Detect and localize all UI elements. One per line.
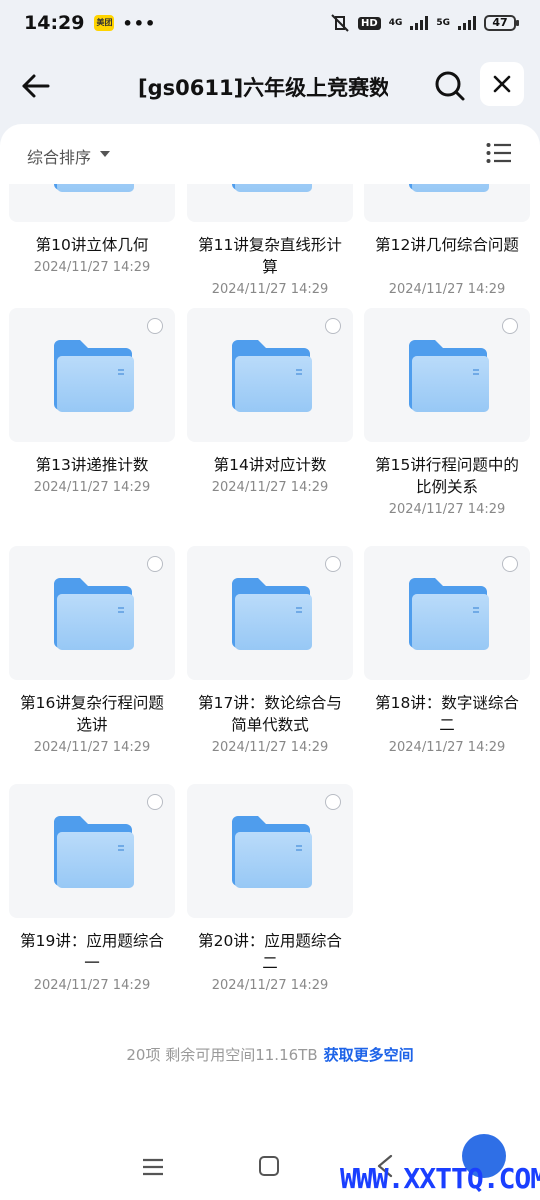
folder-item[interactable]: 第18讲：数字谜综合二 2024/11/27 14:29 [364,546,530,776]
folder-name: 第12讲几何综合问题 [375,236,519,254]
folder-icon [232,340,312,412]
network-4g-label: 4G [388,18,403,28]
folder-icon [232,816,312,888]
folder-thumbnail[interactable] [9,184,175,222]
folder-thumbnail[interactable] [187,784,353,918]
mute-vibrate-icon [331,14,349,32]
storage-summary-text: 20项 剩余可用空间11.16TB [126,1046,318,1064]
folder-thumbnail[interactable] [187,184,353,222]
storage-summary: 20项 剩余可用空间11.16TB 获取更多空间 [0,1044,540,1065]
select-checkbox[interactable] [147,556,163,572]
folder-name: 第15讲行程问题中的比例关系 [375,456,519,496]
network-5g-label: 5G [436,18,450,28]
folder-name: 第16讲复杂行程问题选讲 [20,694,164,734]
folder-icon [54,816,134,888]
select-checkbox[interactable] [502,318,518,334]
select-checkbox[interactable] [502,556,518,572]
recents-menu-icon[interactable] [142,1158,164,1176]
folder-name: 第11讲复杂直线形计算 [198,236,342,276]
folder-item[interactable]: 第17讲：数论综合与简单代数式 2024/11/27 14:29 [187,546,353,776]
folder-icon [54,340,134,412]
close-button[interactable] [480,62,524,106]
folder-icon [409,340,489,412]
select-checkbox[interactable] [147,318,163,334]
folder-date: 2024/11/27 14:29 [33,740,151,755]
folder-thumbnail[interactable] [9,308,175,442]
status-time: 14:29 [24,12,85,34]
select-checkbox[interactable] [147,794,163,810]
battery-icon: 47 [484,15,519,31]
folder-item[interactable]: 第13讲递推计数 2024/11/27 14:29 [9,308,175,538]
folder-thumbnail[interactable] [364,546,530,680]
folder-name: 第19讲：应用题综合一 [20,932,164,972]
file-list-panel: 综合排序 第10讲立体几何 2024/11/27 14:29 第11讲复杂直线形计算… [0,124,540,1200]
folder-thumbnail[interactable] [187,308,353,442]
watermark-logo: WWW.XXTTQ.COM [340,1162,540,1195]
search-icon [435,71,465,101]
folder-item[interactable]: 第16讲复杂行程问题选讲 2024/11/27 14:29 [9,546,175,776]
folder-date: 2024/11/27 14:29 [388,282,506,297]
folder-item[interactable]: 第15讲行程问题中的比例关系 2024/11/27 14:29 [364,308,530,538]
more-notifications-icon: ••• [122,13,157,33]
folder-date: 2024/11/27 14:29 [211,978,329,993]
folder-name: 第13讲递推计数 [35,456,149,474]
back-button[interactable] [18,68,54,104]
page-title: [gs0611]六年级上竞赛数... [138,76,388,100]
folder-name: 第18讲：数字谜综合二 [375,694,519,734]
signal-5g-icon [458,16,476,30]
close-icon [493,75,511,93]
header: [gs0611]六年级上竞赛数... [0,58,540,114]
folder-name: 第10讲立体几何 [35,236,149,254]
folder-name: 第14讲对应计数 [213,456,327,474]
sort-dropdown[interactable]: 综合排序 [27,144,91,168]
folder-icon [54,184,134,192]
folder-thumbnail[interactable] [364,184,530,222]
folder-icon [409,578,489,650]
folder-icon [54,578,134,650]
folder-thumbnail[interactable] [364,308,530,442]
list-view-icon[interactable] [486,142,512,164]
sort-bar: 综合排序 [0,124,540,184]
folder-grid: 第10讲立体几何 2024/11/27 14:29 第11讲复杂直线形计算 2024/… [0,184,540,1034]
select-checkbox[interactable] [325,556,341,572]
folder-item[interactable]: 第20讲：应用题综合二 2024/11/27 14:29 [187,784,353,1014]
caret-down-icon[interactable] [100,151,110,157]
folder-thumbnail[interactable] [9,784,175,918]
select-checkbox[interactable] [325,794,341,810]
folder-date: 2024/11/27 14:29 [33,480,151,495]
get-more-space-link[interactable]: 获取更多空间 [324,1046,414,1064]
folder-item[interactable]: 第11讲复杂直线形计算 2024/11/27 14:29 [187,184,353,318]
folder-item[interactable]: 第10讲立体几何 2024/11/27 14:29 [9,184,175,318]
search-button[interactable] [432,66,468,106]
folder-date: 2024/11/27 14:29 [211,282,329,297]
folder-date: 2024/11/27 14:29 [33,260,151,275]
folder-thumbnail[interactable] [187,546,353,680]
hd-voice-icon: HD [358,16,381,30]
home-icon[interactable] [259,1156,279,1176]
select-checkbox[interactable] [325,318,341,334]
folder-thumbnail[interactable] [9,546,175,680]
status-bar: 14:29 美团 ••• HD 4G 5G 47 [0,0,540,46]
signal-4g-icon [410,16,429,30]
folder-item[interactable]: 第14讲对应计数 2024/11/27 14:29 [187,308,353,538]
folder-name: 第20讲：应用题综合二 [198,932,342,972]
folder-item[interactable]: 第19讲：应用题综合一 2024/11/27 14:29 [9,784,175,1014]
status-indicators: HD 4G 5G 47 [330,13,519,33]
app-notification-icon: 美团 [94,15,115,31]
folder-item[interactable]: 第12讲几何综合问题 2024/11/27 14:29 [364,184,530,318]
folder-date: 2024/11/27 14:29 [211,480,329,495]
folder-name: 第17讲：数论综合与简单代数式 [198,694,342,734]
folder-date: 2024/11/27 14:29 [33,978,151,993]
arrow-left-icon [22,74,50,98]
folder-date: 2024/11/27 14:29 [388,740,506,755]
folder-icon [232,184,312,192]
folder-date: 2024/11/27 14:29 [211,740,329,755]
folder-date: 2024/11/27 14:29 [388,502,506,517]
folder-icon [232,578,312,650]
folder-icon [409,184,489,192]
